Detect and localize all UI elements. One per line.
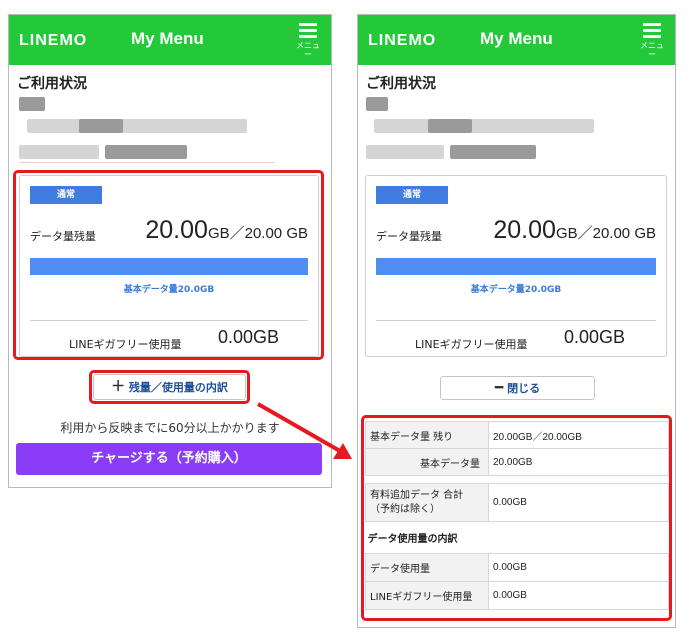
arrow-head [333,443,352,459]
callout-arrow-icon [257,402,352,459]
arrow-shaft [257,402,341,453]
